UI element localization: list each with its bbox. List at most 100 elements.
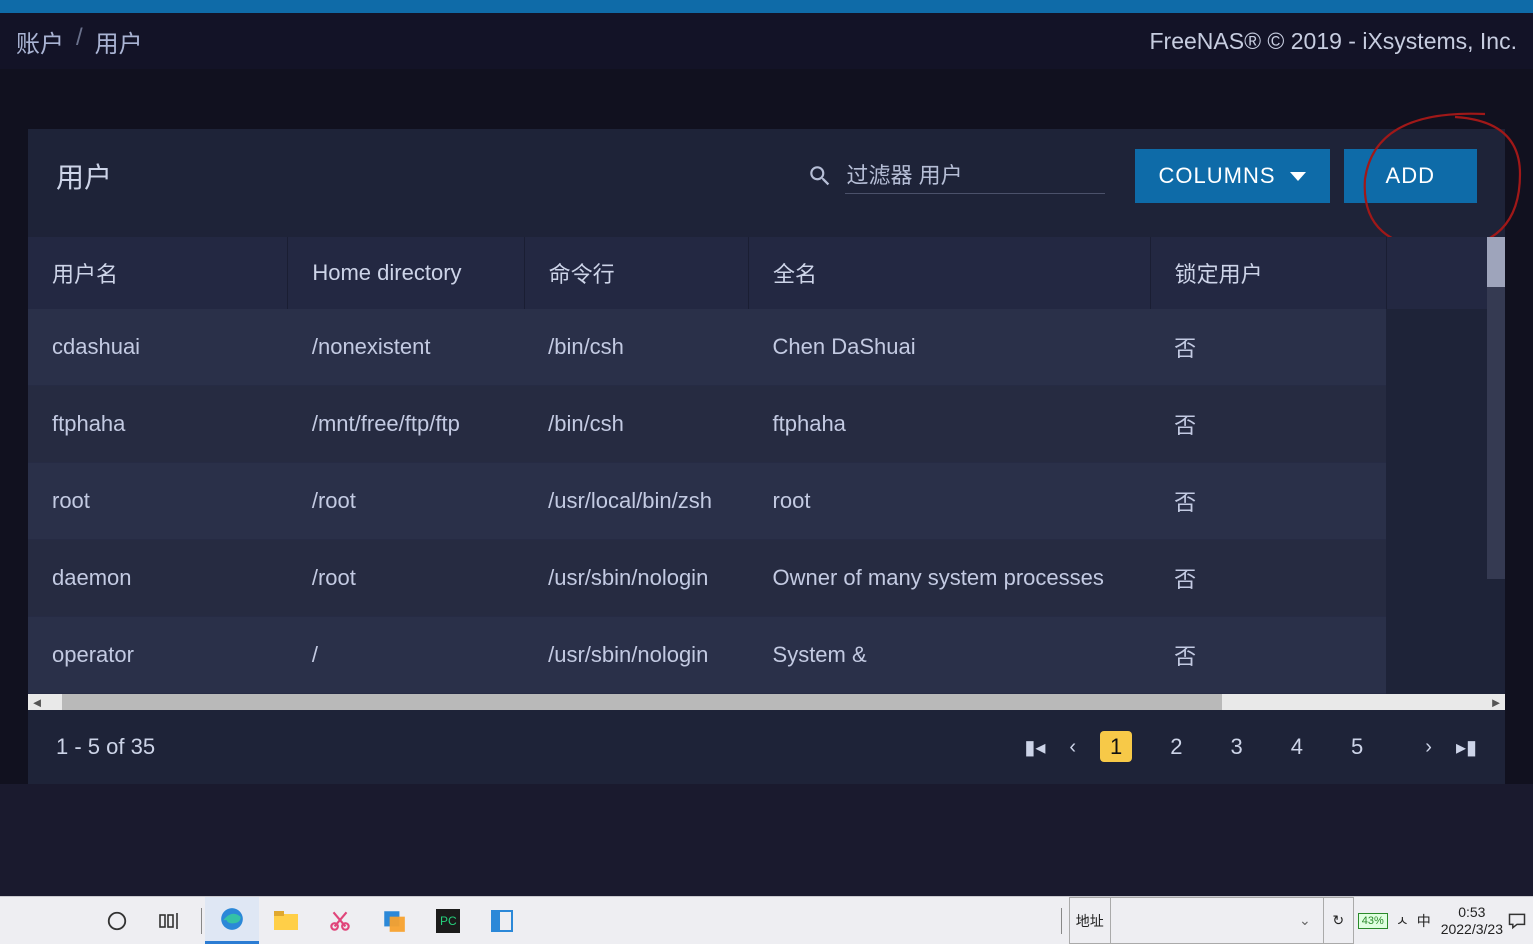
- table-row[interactable]: ftphaha/mnt/free/ftp/ftp/bin/cshftphaha否: [28, 386, 1505, 463]
- table-row[interactable]: operator//usr/sbin/nologinSystem &否: [28, 617, 1505, 694]
- page-number-5[interactable]: 5: [1341, 731, 1373, 762]
- page-status: 1 - 5 of 35: [56, 734, 155, 760]
- table-row[interactable]: root/root/usr/local/bin/zshroot否: [28, 463, 1505, 540]
- breadcrumb-users[interactable]: 用户: [95, 24, 143, 59]
- page-number-4[interactable]: 4: [1281, 731, 1313, 762]
- cell-home: /nonexistent: [288, 309, 524, 386]
- horizontal-scrollbar-thumb[interactable]: [62, 694, 1222, 710]
- cell-user: daemon: [28, 540, 288, 617]
- col-fullname[interactable]: 全名: [749, 237, 1151, 309]
- cell-home: /: [288, 617, 524, 694]
- pagination-bar: 1 - 5 of 35 ▮◂ ‹ 12345 › ▸▮: [28, 710, 1505, 784]
- col-locked[interactable]: 锁定用户: [1150, 237, 1386, 309]
- address-label: 地址: [1070, 898, 1111, 943]
- taskbar-separator-right: [1061, 908, 1062, 934]
- page-next-icon[interactable]: ›: [1425, 736, 1432, 759]
- refresh-icon[interactable]: ↻: [1323, 898, 1353, 943]
- cell-user: root: [28, 463, 288, 540]
- edge-icon[interactable]: [205, 897, 259, 944]
- taskbar-right: 地址 ⌄ ↻ 43% ㅅ 中 0:53 2022/3/23: [1058, 897, 1533, 944]
- col-shell[interactable]: 命令行: [524, 237, 748, 309]
- clock-time: 0:53: [1441, 904, 1503, 920]
- filter-input[interactable]: [845, 159, 1105, 194]
- cell-shell: /bin/csh: [524, 309, 748, 386]
- breadcrumb-separator: /: [76, 24, 83, 59]
- col-home[interactable]: Home directory: [288, 237, 524, 309]
- hscroll-left-arrow-icon[interactable]: ◄: [30, 695, 44, 709]
- hscroll-right-arrow-icon[interactable]: ►: [1489, 695, 1503, 709]
- columns-button-label: COLUMNS: [1159, 163, 1276, 189]
- snip-icon[interactable]: [313, 897, 367, 944]
- file-explorer-icon[interactable]: [259, 897, 313, 944]
- copyright-text: FreeNAS® © 2019 - iXsystems, Inc.: [1149, 28, 1517, 55]
- col-username[interactable]: 用户名: [28, 237, 288, 309]
- address-toolbar: 地址 ⌄ ↻: [1069, 897, 1354, 944]
- search-icon: [807, 163, 833, 189]
- cell-shell: /usr/local/bin/zsh: [524, 463, 748, 540]
- cell-shell: /bin/csh: [524, 386, 748, 463]
- vertical-scrollbar-thumb[interactable]: [1487, 237, 1505, 287]
- cell-home: /mnt/free/ftp/ftp: [288, 386, 524, 463]
- cell-shell: /usr/sbin/nologin: [524, 540, 748, 617]
- cell-home: /root: [288, 540, 524, 617]
- cell-shell: /usr/sbin/nologin: [524, 617, 748, 694]
- app-icon[interactable]: [475, 897, 529, 944]
- add-button[interactable]: ADD: [1344, 149, 1477, 203]
- cell-locked: 否: [1150, 617, 1386, 694]
- svg-text:PC: PC: [440, 914, 457, 928]
- cortana-icon[interactable]: [90, 897, 144, 944]
- page-first-icon[interactable]: ▮◂: [1024, 735, 1045, 760]
- taskbar-clock[interactable]: 0:53 2022/3/23: [1441, 904, 1503, 936]
- tray-overflow-icon[interactable]: ㅅ: [1396, 911, 1409, 931]
- cell-full: ftphaha: [749, 386, 1151, 463]
- page-title: 用户: [56, 156, 112, 196]
- page-prev-icon[interactable]: ‹: [1069, 736, 1076, 759]
- columns-button[interactable]: COLUMNS: [1135, 149, 1330, 203]
- cell-full: Chen DaShuai: [749, 309, 1151, 386]
- cell-full: root: [749, 463, 1151, 540]
- caret-down-icon: [1290, 172, 1306, 181]
- page-number-3[interactable]: 3: [1221, 731, 1253, 762]
- cell-locked: 否: [1150, 386, 1386, 463]
- users-table: 用户名 Home directory 命令行 全名 锁定用户 cdashuai/…: [28, 237, 1505, 694]
- cell-user: operator: [28, 617, 288, 694]
- cell-full: System &: [749, 617, 1151, 694]
- pager: ▮◂ ‹ 12345 › ▸▮: [1024, 734, 1477, 760]
- top-app-bar: [0, 0, 1533, 13]
- clock-date: 2022/3/23: [1441, 921, 1503, 937]
- battery-icon[interactable]: 43%: [1358, 913, 1388, 929]
- panel-header: 用户 COLUMNS ADD: [28, 129, 1505, 237]
- cell-user: ftphaha: [28, 386, 288, 463]
- cell-locked: 否: [1150, 540, 1386, 617]
- taskbar-separator: [201, 908, 202, 934]
- breadcrumb: 账户 / 用户: [16, 24, 143, 59]
- cell-home: /root: [288, 463, 524, 540]
- action-center-icon[interactable]: [1507, 911, 1527, 931]
- table-wrap: 用户名 Home directory 命令行 全名 锁定用户 cdashuai/…: [28, 237, 1505, 694]
- table-row[interactable]: daemon/root/usr/sbin/nologinOwner of man…: [28, 540, 1505, 617]
- cell-user: cdashuai: [28, 309, 288, 386]
- pycharm-icon[interactable]: PC: [421, 897, 475, 944]
- system-tray: 43% ㅅ 中: [1358, 911, 1431, 931]
- page-number-2[interactable]: 2: [1160, 731, 1192, 762]
- breadcrumb-bar: 账户 / 用户 FreeNAS® © 2019 - iXsystems, Inc…: [0, 13, 1533, 69]
- horizontal-scrollbar[interactable]: ◄ ►: [28, 694, 1505, 710]
- task-view-icon[interactable]: [144, 897, 198, 944]
- cell-locked: 否: [1150, 309, 1386, 386]
- page-number-1[interactable]: 1: [1100, 731, 1132, 762]
- address-dropdown[interactable]: ⌄: [1117, 898, 1317, 943]
- page-last-icon[interactable]: ▸▮: [1456, 735, 1477, 760]
- table-header-row: 用户名 Home directory 命令行 全名 锁定用户: [28, 237, 1505, 309]
- app-body: 用户 COLUMNS ADD 用户名 Home directory: [0, 69, 1533, 784]
- cell-locked: 否: [1150, 463, 1386, 540]
- table-row[interactable]: cdashuai/nonexistent/bin/cshChen DaShuai…: [28, 309, 1505, 386]
- taskbar-left: PC: [0, 897, 529, 944]
- vertical-scrollbar[interactable]: [1487, 237, 1505, 579]
- filter-group: [807, 159, 1105, 194]
- vmware-icon[interactable]: [367, 897, 421, 944]
- cell-full: Owner of many system processes: [749, 540, 1151, 617]
- windows-taskbar: PC 地址 ⌄ ↻ 43% ㅅ 中 0:53 2022/3/23: [0, 896, 1533, 944]
- breadcrumb-accounts[interactable]: 账户: [16, 24, 64, 59]
- ime-indicator[interactable]: 中: [1417, 911, 1431, 931]
- users-panel: 用户 COLUMNS ADD 用户名 Home directory: [28, 129, 1505, 784]
